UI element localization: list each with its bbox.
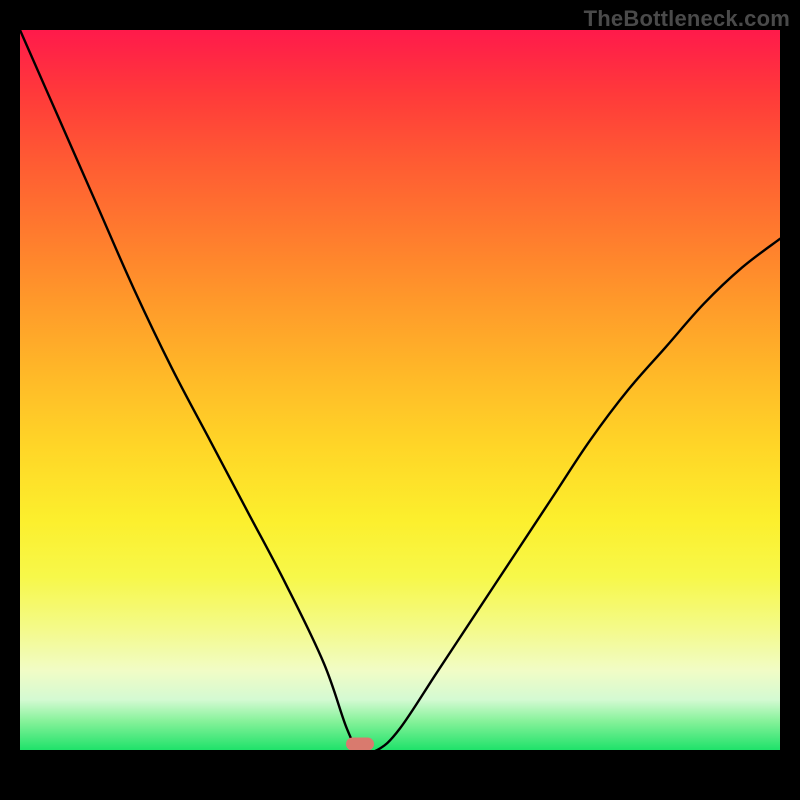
bottleneck-curve	[20, 30, 780, 750]
plot-gradient-background	[20, 30, 780, 750]
optimal-point-marker	[346, 738, 374, 751]
bottom-black-strip	[20, 750, 780, 780]
chart-frame: TheBottleneck.com	[0, 0, 800, 800]
plot-outer	[20, 30, 780, 780]
watermark-text: TheBottleneck.com	[584, 6, 790, 32]
